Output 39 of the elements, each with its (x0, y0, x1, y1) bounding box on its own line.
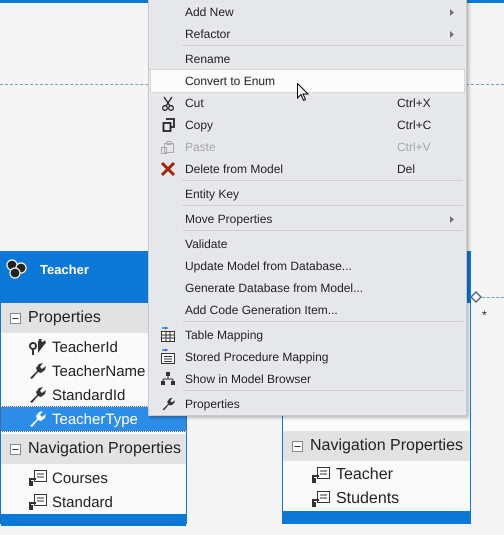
menu-item[interactable]: Copy Ctrl+C (151, 114, 464, 136)
table-icon (160, 327, 176, 343)
property-row[interactable]: Standard (1, 490, 186, 514)
key-icon (28, 338, 48, 356)
wrench-icon (28, 386, 48, 404)
navigation-icon (28, 469, 48, 487)
menu-item[interactable]: Delete from Model Del (151, 158, 464, 180)
delete-icon (161, 162, 175, 176)
property-row[interactable]: Courses (1, 466, 186, 490)
menu-item[interactable]: Refactor (151, 23, 464, 45)
mouse-pointer-icon (297, 83, 309, 102)
hierarchy-icon (161, 372, 175, 386)
multiplicity-label: * (482, 308, 487, 322)
menu-item[interactable]: Entity Key (151, 183, 464, 205)
section-header[interactable]: Navigation Properties (1, 434, 186, 464)
connector-line (482, 297, 504, 298)
cut-icon (161, 96, 175, 110)
collapse-icon[interactable] (292, 440, 303, 452)
collapse-icon[interactable] (10, 312, 21, 324)
menu-item[interactable]: Add New (151, 1, 464, 23)
paste-icon (161, 140, 175, 154)
navigation-icon (311, 490, 331, 508)
wrench-icon (28, 362, 48, 380)
wrench-icon (161, 397, 175, 411)
entity-name: Teacher (40, 262, 89, 277)
list-icon (160, 349, 176, 365)
navigation-icon (28, 493, 48, 511)
wrench-icon (28, 410, 48, 428)
section-header[interactable]: Navigation Properties (283, 431, 470, 461)
copy-icon (162, 118, 174, 132)
menu-item[interactable]: Convert to Enum (151, 70, 464, 92)
entity-icon (6, 259, 28, 279)
menu-item[interactable]: Rename (151, 48, 464, 70)
property-row[interactable]: Students (283, 487, 470, 511)
navigation-icon (311, 466, 331, 484)
menu-item[interactable]: Cut Ctrl+X (151, 92, 464, 114)
menu-item[interactable]: Move Properties (151, 208, 464, 230)
property-row[interactable]: Teacher (283, 463, 470, 487)
collapse-icon[interactable] (10, 444, 21, 454)
